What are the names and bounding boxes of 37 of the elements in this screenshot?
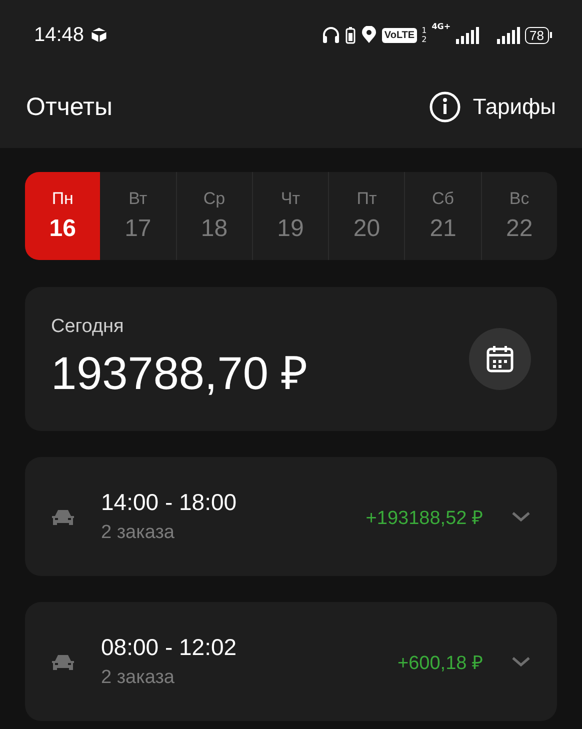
day-tab[interactable]: Сб 21 — [404, 172, 481, 260]
day-tab[interactable]: Чт 19 — [252, 172, 328, 260]
chevron-icon — [511, 655, 531, 668]
car-icon — [51, 508, 75, 526]
page-title: Отчеты — [26, 92, 114, 122]
signal-icon — [456, 26, 479, 44]
clock: 14:48 — [34, 24, 84, 46]
order-count: 2 заказа — [101, 667, 176, 689]
calendar-icon — [486, 345, 514, 373]
volte-label: VoLTE — [382, 28, 417, 42]
box-icon — [90, 26, 108, 44]
tariffs-link[interactable]: Тарифы — [428, 91, 556, 123]
sim-label: 2 — [422, 35, 427, 44]
battery-level: 78 — [524, 26, 549, 44]
today-amount: 193788,70 ₽ — [51, 346, 310, 401]
battery-icon — [345, 26, 356, 44]
shift-time: 14:00 - 18:00 — [101, 489, 238, 516]
sim-label: 1 — [422, 26, 427, 35]
day-tab[interactable]: Пн 16 — [25, 172, 100, 260]
day-tab[interactable]: Пт 20 — [328, 172, 404, 260]
info-icon — [428, 91, 461, 123]
day-tab[interactable]: Вт 17 — [100, 172, 176, 260]
shift-amount: +600,18 ₽ — [398, 652, 483, 674]
expand-button[interactable] — [511, 655, 531, 668]
day-tab[interactable]: Ср 18 — [176, 172, 252, 260]
expand-button[interactable] — [511, 510, 531, 523]
network-label: 4G+ — [432, 22, 451, 31]
chevron-icon — [511, 510, 531, 523]
today-label: Сегодня — [51, 316, 125, 338]
car-icon — [51, 652, 75, 670]
location-icon — [361, 26, 378, 44]
headphones-icon — [322, 26, 340, 44]
shift-time: 08:00 - 12:02 — [101, 634, 238, 661]
day-tab[interactable]: Вс 22 — [480, 172, 557, 260]
shift-amount: +193188,52 ₽ — [366, 506, 483, 530]
order-count: 2 заказа — [101, 522, 176, 544]
signal-icon — [496, 26, 520, 44]
